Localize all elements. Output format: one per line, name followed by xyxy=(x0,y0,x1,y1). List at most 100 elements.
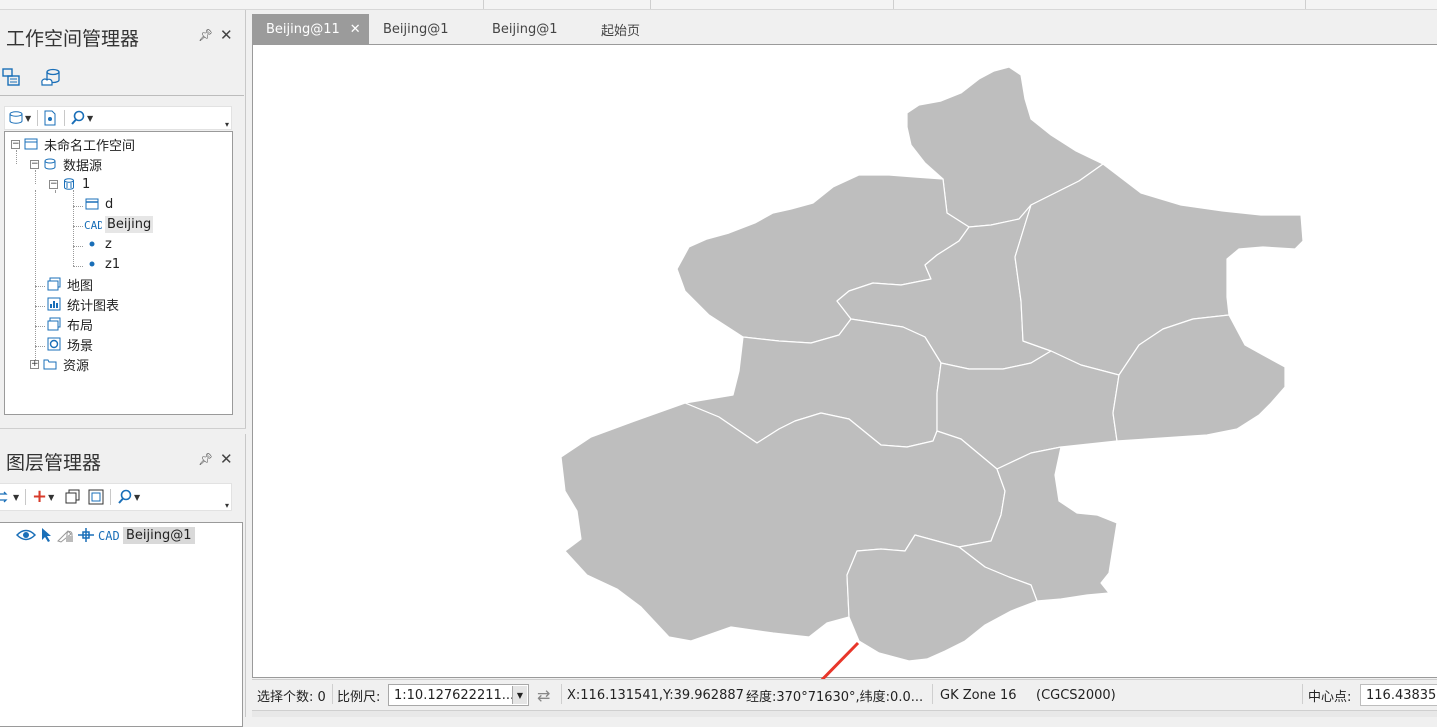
layer-group-button[interactable] xyxy=(88,488,104,506)
doc-tab-start-page[interactable]: 起始页 xyxy=(587,14,654,44)
toolbar-overflow-icon[interactable]: ▾ xyxy=(225,120,229,129)
scale-combobox[interactable]: 1:10.127622211... ▼ xyxy=(388,684,529,706)
tab-cloud-datasource[interactable] xyxy=(40,66,66,90)
snappable-icon[interactable] xyxy=(77,527,95,543)
tree-node-datasources[interactable]: − 数据源 xyxy=(30,154,104,174)
workspace-icon xyxy=(23,136,39,152)
tree-label: 资源 xyxy=(63,358,90,374)
add-layer-button[interactable]: + ▼ xyxy=(32,488,54,506)
layer-list: CAD Beijing@1 xyxy=(0,522,243,727)
tree-node-charts[interactable]: 统计图表 xyxy=(46,294,121,314)
panel-splitter[interactable] xyxy=(0,428,246,434)
tree-label: 数据源 xyxy=(63,158,103,174)
projection-name: GK Zone 16 xyxy=(940,687,1017,703)
beijing-district-map[interactable] xyxy=(253,45,1437,679)
layer-item[interactable]: CAD Beijing@1 xyxy=(16,525,195,545)
chevron-down-icon[interactable]: ▼ xyxy=(512,686,527,704)
ribbon-divider xyxy=(650,0,651,9)
tree-label: z xyxy=(105,236,112,252)
open-datasource-button[interactable]: ▼ xyxy=(8,109,31,127)
tree-node-resources[interactable]: + 资源 xyxy=(30,354,91,374)
visibility-eye-icon[interactable] xyxy=(16,528,36,542)
new-dataset-button[interactable] xyxy=(42,109,58,127)
collapse-icon[interactable]: − xyxy=(11,139,20,149)
datasources-icon xyxy=(42,156,58,172)
resources-folder-icon xyxy=(42,356,58,372)
doc-tab-label: 起始页 xyxy=(601,23,641,39)
ribbon-strip xyxy=(0,0,1437,10)
status-divider xyxy=(1302,684,1303,704)
tree-node-datasource-1[interactable]: − 1 xyxy=(49,174,92,194)
chevron-down-icon: ▼ xyxy=(87,113,94,123)
copy-layer-button[interactable] xyxy=(65,488,81,506)
doc-tab-label: Beijing@1 xyxy=(383,21,449,37)
tree-label: d xyxy=(105,196,114,212)
tree-node-workspace[interactable]: − 未命名工作空间 xyxy=(11,134,137,154)
close-icon[interactable]: ✕ xyxy=(220,26,233,44)
ribbon-divider xyxy=(1305,0,1306,9)
tree-node-layouts[interactable]: 布局 xyxy=(46,314,95,334)
workspace-tree: − 未命名工作空间 − 数据源 − 1 d CAD Beijing z z1 地… xyxy=(4,131,233,415)
tree-label: z1 xyxy=(105,256,121,272)
datasource-open-icon xyxy=(9,111,23,124)
center-point-input[interactable]: 116.438355 xyxy=(1360,684,1437,706)
tree-label: 未命名工作空间 xyxy=(44,138,136,154)
chevron-down-icon: ▼ xyxy=(25,113,32,123)
plus-icon: + xyxy=(32,486,48,507)
chevron-down-icon: ▼ xyxy=(48,492,55,502)
chevron-down-icon: ▼ xyxy=(134,492,141,502)
tree-node-dataset-d[interactable]: d xyxy=(84,194,115,214)
workspace-tree-icon xyxy=(2,68,20,86)
layer-search-button[interactable]: ▼ xyxy=(117,488,140,506)
scale-label: 比例尺: xyxy=(337,689,381,705)
selected-count: 选择个数: 0 xyxy=(257,689,326,705)
doc-tab-label: Beijing@11 xyxy=(266,21,340,37)
tree-label: 统计图表 xyxy=(67,298,120,314)
cad-layer-icon: CAD xyxy=(98,529,120,543)
svg-text:CAD: CAD xyxy=(98,529,120,543)
status-divider xyxy=(332,684,333,704)
center-label: 中心点: xyxy=(1308,689,1352,705)
workspace-toolbar: ▼ ▼ ▾ xyxy=(4,106,232,130)
search-button[interactable]: ▼ xyxy=(70,109,93,127)
pin-icon[interactable]: 📌︎ xyxy=(198,452,213,466)
maps-folder-icon xyxy=(46,276,62,292)
workspace-tabs xyxy=(0,62,244,96)
doc-tab-beijing-11[interactable]: Beijing@11 ✕ xyxy=(252,14,369,44)
tree-label: 布局 xyxy=(67,318,94,334)
editable-lock-icon[interactable] xyxy=(56,527,74,543)
tree-label: 1 xyxy=(82,176,91,192)
tree-node-maps[interactable]: 地图 xyxy=(46,274,95,294)
new-document-icon xyxy=(44,110,56,126)
cloud-database-icon xyxy=(41,68,60,86)
expand-icon[interactable]: + xyxy=(30,359,39,369)
copy-icon xyxy=(65,489,80,504)
tab-workspace[interactable] xyxy=(0,66,26,90)
close-icon[interactable]: ✕ xyxy=(220,450,233,468)
tree-node-scenes[interactable]: 场景 xyxy=(46,334,95,354)
map-canvas[interactable] xyxy=(252,44,1437,679)
doc-tab-beijing-1-b[interactable]: Beijing@1 xyxy=(478,14,572,44)
close-tab-icon[interactable]: ✕ xyxy=(350,22,361,37)
layer-group-icon xyxy=(88,489,104,505)
collapse-icon[interactable]: − xyxy=(49,179,58,189)
toolbar-separator xyxy=(64,110,65,126)
doc-tab-beijing-1[interactable]: Beijing@1 xyxy=(369,14,463,44)
status-bar: 选择个数: 0 比例尺: 1:10.127622211... ▼ ⇄ X:116… xyxy=(252,679,1437,707)
pin-icon[interactable]: 📌︎ xyxy=(198,28,213,42)
workspace-panel-title: 工作空间管理器 xyxy=(6,28,140,50)
swap-coordinates-icon[interactable]: ⇄ xyxy=(537,684,550,706)
layer-refresh-button[interactable]: ▼ xyxy=(0,488,19,506)
toolbar-separator xyxy=(25,489,26,505)
cad-dataset-icon: CAD xyxy=(84,216,102,232)
scenes-folder-icon xyxy=(46,336,62,352)
datum-name: (CGCS2000) xyxy=(1036,687,1116,703)
tree-node-dataset-z1[interactable]: z1 xyxy=(84,254,122,274)
selectable-cursor-icon[interactable] xyxy=(39,527,53,543)
udb-datasource-icon xyxy=(61,176,77,192)
toolbar-overflow-icon[interactable]: ▾ xyxy=(225,501,229,510)
tree-node-dataset-z[interactable]: z xyxy=(84,234,114,254)
scale-value: 1:10.127622211... xyxy=(394,687,515,703)
collapse-icon[interactable]: − xyxy=(30,159,39,169)
tree-node-dataset-beijing[interactable]: CAD Beijing xyxy=(84,214,154,234)
